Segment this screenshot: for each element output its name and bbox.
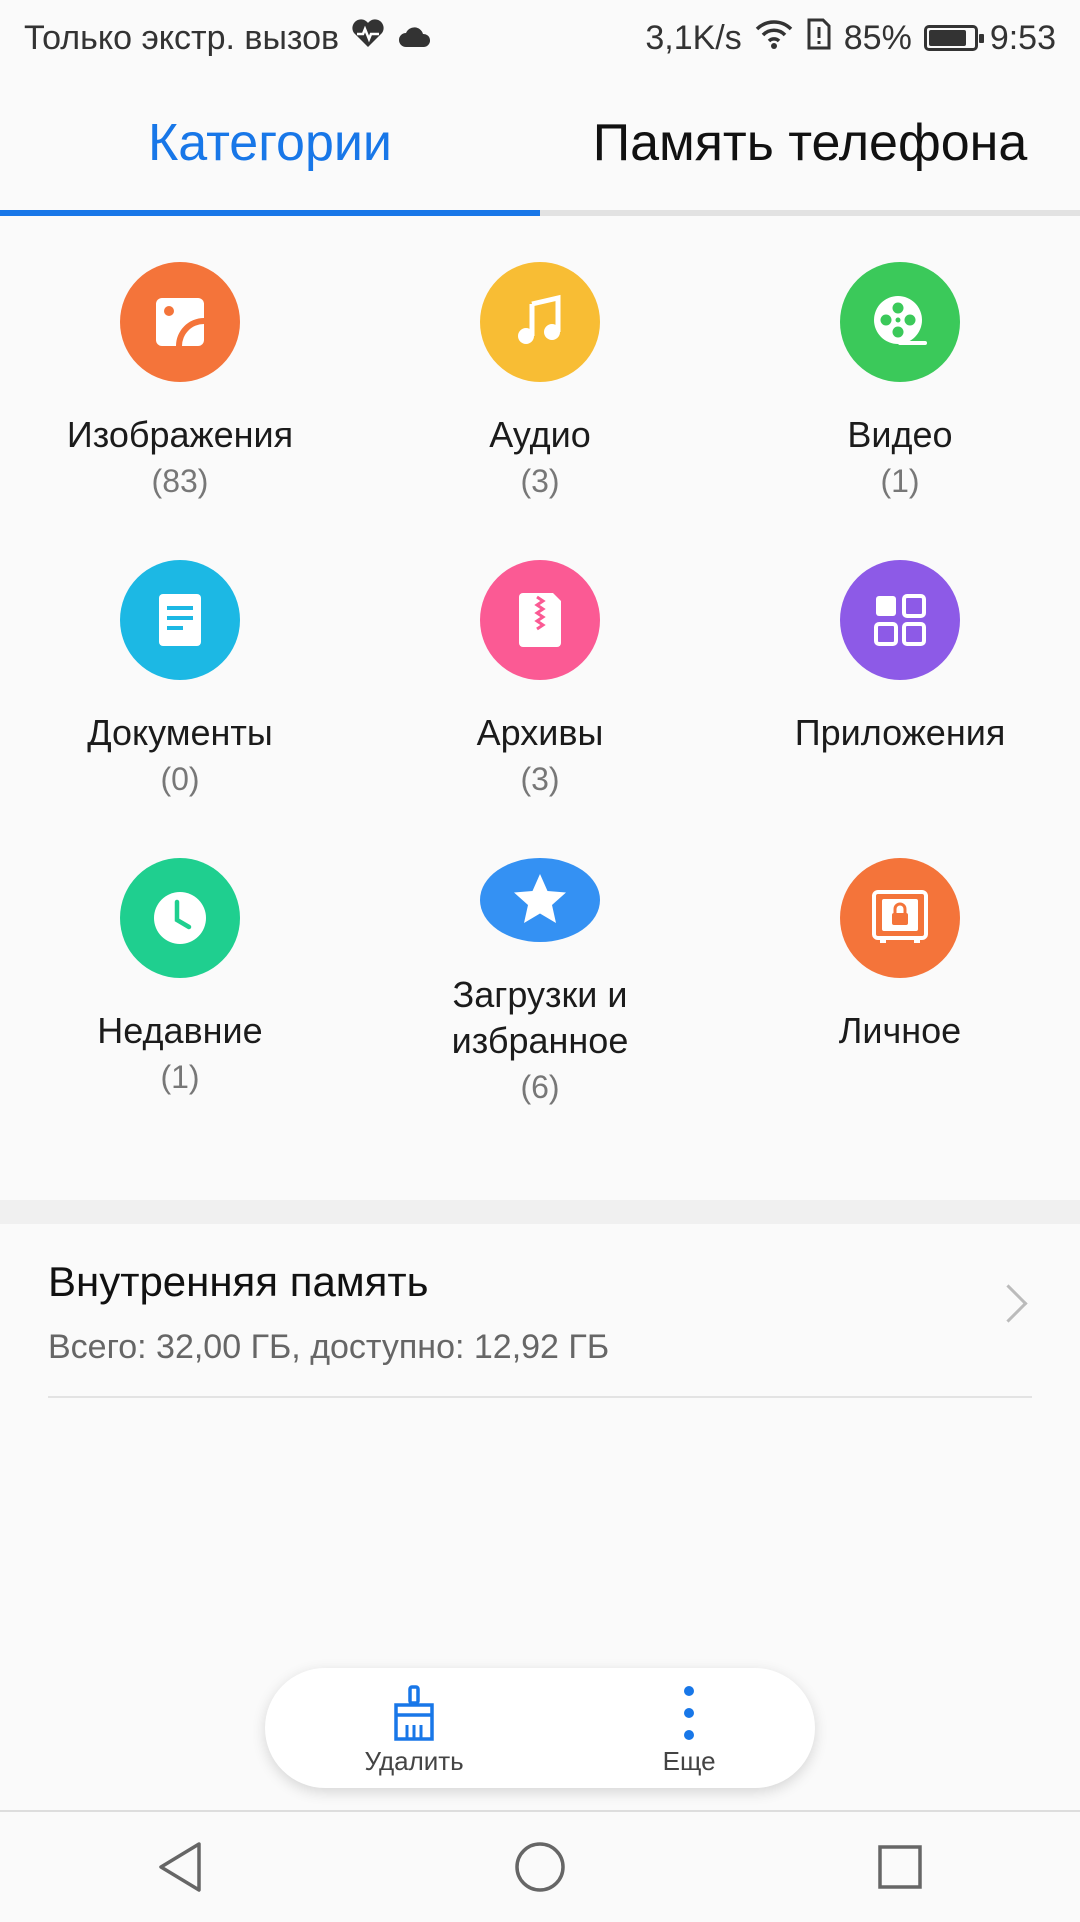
home-circle-icon [515, 1842, 565, 1892]
section-divider [0, 1200, 1080, 1224]
broom-icon [389, 1680, 439, 1746]
category-label: Документы [87, 712, 273, 753]
carrier-text: Только экстр. вызов [24, 18, 340, 57]
categories-grid: Изображения (83) Аудио (3) Видео (1) Док… [0, 216, 1080, 1110]
more-button[interactable]: Еще [663, 1680, 716, 1777]
chevron-right-icon [989, 1284, 1028, 1323]
category-label: Загрузки и избранное [451, 974, 629, 1061]
archive-zip-icon [480, 560, 600, 680]
category-count: (3) [520, 463, 560, 499]
cloud-icon [397, 19, 431, 58]
recents-square-icon [878, 1845, 922, 1889]
tab-bar: Категории Память телефона [0, 76, 1080, 216]
category-archives[interactable]: Архивы (3) [360, 514, 720, 812]
category-label: Приложения [794, 712, 1006, 753]
category-label: Изображения [66, 414, 294, 455]
category-label: Личное [838, 1010, 962, 1051]
heart-rate-icon [351, 18, 385, 58]
image-icon [120, 262, 240, 382]
film-reel-icon [840, 262, 960, 382]
category-count: (83) [151, 463, 209, 499]
battery-percent: 85% [843, 18, 912, 57]
tab-categories[interactable]: Категории [0, 76, 540, 210]
category-count: (1) [880, 463, 920, 499]
bottom-action-bar: Удалить Еще [265, 1668, 815, 1788]
category-label: Видео [847, 414, 953, 455]
back-triangle-icon [159, 1842, 201, 1892]
home-button[interactable] [480, 1822, 600, 1912]
category-label: Архивы [476, 712, 604, 753]
category-private[interactable]: Личное [720, 812, 1080, 1110]
clock-icon [120, 858, 240, 978]
category-count: (6) [520, 1069, 560, 1105]
recents-button[interactable] [840, 1822, 960, 1912]
category-label: Аудио [489, 414, 591, 455]
storage-title: Внутренняя память [48, 1258, 429, 1305]
network-speed: 3,1K/s [645, 18, 742, 57]
system-nav-bar [0, 1810, 1080, 1922]
category-images[interactable]: Изображения (83) [0, 216, 360, 514]
category-apps[interactable]: Приложения [720, 514, 1080, 812]
back-button[interactable] [120, 1822, 240, 1912]
safe-lock-icon [840, 858, 960, 978]
more-label: Еще [662, 1745, 716, 1776]
status-bar: Только экстр. вызов 3,1K/s 85% 9:53 [0, 0, 1080, 76]
more-vertical-icon [682, 1680, 696, 1746]
music-note-icon [480, 262, 600, 382]
category-count: (1) [160, 1059, 200, 1095]
category-label: Недавние [97, 1010, 263, 1051]
tab-phone-storage[interactable]: Память телефона [540, 76, 1080, 210]
star-icon [480, 858, 600, 942]
category-recent[interactable]: Недавние (1) [0, 812, 360, 1110]
internal-storage-row[interactable]: Внутренняя память Всего: 32,00 ГБ, досту… [48, 1224, 1032, 1398]
delete-button[interactable]: Удалить [364, 1680, 464, 1777]
document-icon [120, 560, 240, 680]
category-audio[interactable]: Аудио (3) [360, 216, 720, 514]
category-documents[interactable]: Документы (0) [0, 514, 360, 812]
clock-time: 9:53 [989, 18, 1056, 57]
wifi-icon [754, 18, 794, 59]
category-count: (3) [520, 761, 560, 797]
category-downloads-favorites[interactable]: Загрузки и избранное (6) [360, 812, 720, 1110]
category-video[interactable]: Видео (1) [720, 216, 1080, 514]
delete-label: Удалить [364, 1745, 464, 1776]
apps-grid-icon [840, 560, 960, 680]
storage-subtitle: Всего: 32,00 ГБ, доступно: 12,92 ГБ [48, 1328, 610, 1366]
sim-alert-icon [806, 18, 832, 59]
category-count: (0) [160, 761, 200, 797]
battery-icon [923, 25, 984, 51]
